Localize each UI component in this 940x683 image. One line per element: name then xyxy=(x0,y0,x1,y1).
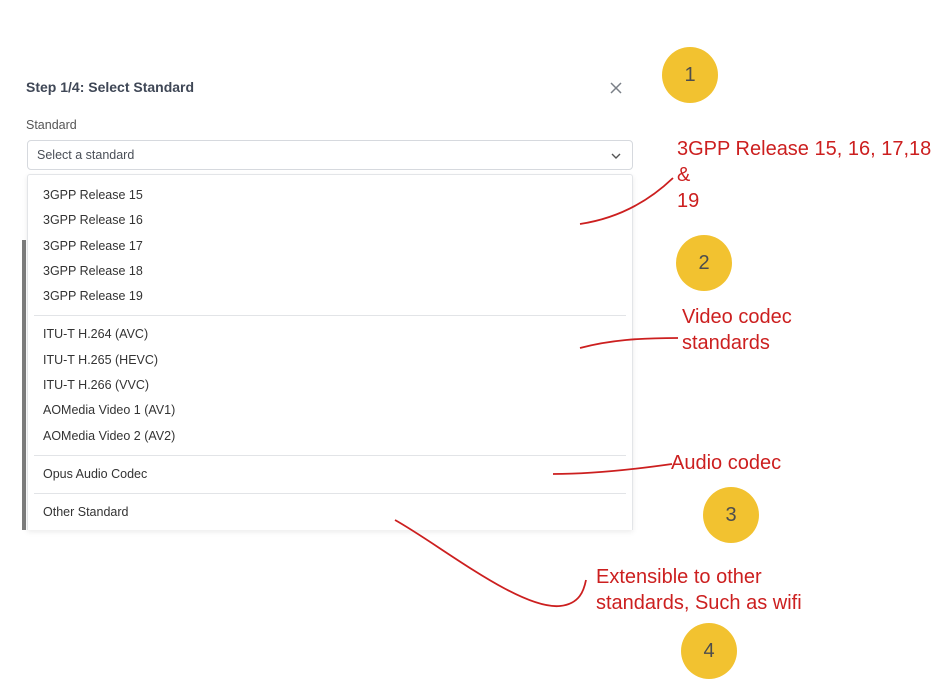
background-panel-edge xyxy=(22,240,26,530)
annotation-note-2: Video codec standards xyxy=(682,304,792,356)
annotation-badge-2: 2 xyxy=(676,235,732,291)
option-3gpp-release-17[interactable]: 3GPP Release 17 xyxy=(28,234,632,259)
option-3gpp-release-18[interactable]: 3GPP Release 18 xyxy=(28,259,632,284)
stage: Step 1/4: Select Standard Standard Selec… xyxy=(0,0,940,683)
option-group-video-codec: ITU-T H.264 (AVC) ITU-T H.265 (HEVC) ITU… xyxy=(28,316,632,454)
annotation-note-4-line-2: standards, Such as wifi xyxy=(596,592,802,614)
option-group-audio-codec: Opus Audio Codec xyxy=(28,456,632,493)
annotation-badge-3: 3 xyxy=(703,487,759,543)
annotation-note-3: Audio codec xyxy=(671,450,781,476)
option-3gpp-release-19[interactable]: 3GPP Release 19 xyxy=(28,284,632,309)
option-av2[interactable]: AOMedia Video 2 (AV2) xyxy=(28,424,632,449)
option-h265[interactable]: ITU-T H.265 (HEVC) xyxy=(28,348,632,373)
option-h266[interactable]: ITU-T H.266 (VVC) xyxy=(28,373,632,398)
annotation-note-2-line-1: Video codec xyxy=(682,306,792,328)
option-opus[interactable]: Opus Audio Codec xyxy=(28,462,632,487)
annotation-note-2-line-2: standards xyxy=(682,332,770,354)
annotation-note-4: Extensible to other standards, Such as w… xyxy=(596,564,802,616)
annotation-note-3-line-1: Audio codec xyxy=(671,452,782,474)
annotation-note-1: 3GPP Release 15, 16, 17,18 & 19 xyxy=(677,136,940,214)
option-h264[interactable]: ITU-T H.264 (AVC) xyxy=(28,322,632,347)
option-3gpp-release-15[interactable]: 3GPP Release 15 xyxy=(28,183,632,208)
annotation-note-1-line-1: 3GPP Release 15, 16, 17,18 & xyxy=(677,138,932,186)
connector-line-4 xyxy=(394,519,587,607)
annotation-badge-4: 4 xyxy=(681,623,737,679)
chevron-down-icon xyxy=(611,153,621,159)
standard-field-label: Standard xyxy=(26,118,77,132)
annotation-badge-1: 1 xyxy=(662,47,718,103)
option-av1[interactable]: AOMedia Video 1 (AV1) xyxy=(28,398,632,423)
standard-dropdown-menu: 3GPP Release 15 3GPP Release 16 3GPP Rel… xyxy=(27,174,633,530)
option-group-other: Other Standard xyxy=(28,494,632,525)
annotation-note-1-line-2: 19 xyxy=(677,190,700,212)
option-other-standard[interactable]: Other Standard xyxy=(28,500,632,525)
close-icon[interactable] xyxy=(606,78,626,98)
select-placeholder: Select a standard xyxy=(37,148,135,162)
option-group-3gpp: 3GPP Release 15 3GPP Release 16 3GPP Rel… xyxy=(28,175,632,315)
standard-select[interactable]: Select a standard xyxy=(27,140,633,170)
option-3gpp-release-16[interactable]: 3GPP Release 16 xyxy=(28,208,632,233)
annotation-note-4-line-1: Extensible to other xyxy=(596,566,762,588)
dialog-title: Step 1/4: Select Standard xyxy=(26,79,195,95)
